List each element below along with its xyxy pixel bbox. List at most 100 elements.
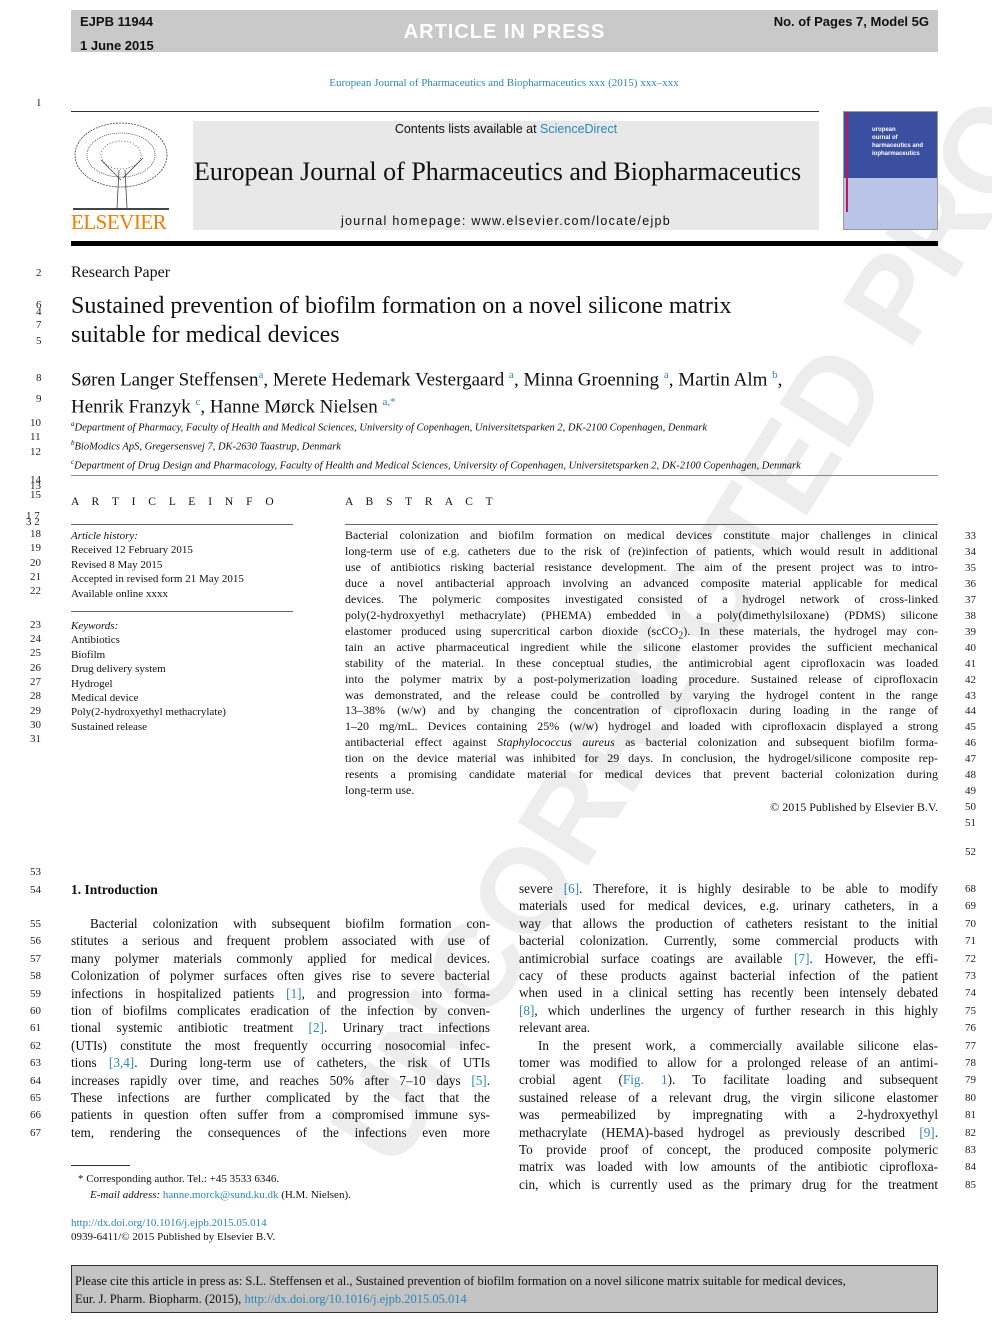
text-line: antimicrobial surface coatings are avail… (519, 951, 938, 967)
text-run: patients in question often suffer from a… (71, 1107, 490, 1123)
line-number: 55 (30, 918, 41, 930)
keyword: Poly(2-hydroxyethyl methacrylate) (71, 706, 226, 719)
text-run: crobial agent ( (519, 1072, 623, 1088)
text-run: way that allows the production of cathet… (519, 915, 938, 931)
line-number: 59 (30, 987, 41, 1000)
text-line: [8], which underlines the urgency of fur… (519, 1003, 938, 1019)
line-number: 81 (965, 1109, 976, 1122)
article-header-bar: EJPB 11944 1 June 2015 ARTICLE IN PRESS … (71, 10, 938, 53)
text-line: patients in question often suffer from a… (71, 1107, 490, 1123)
citation-link[interactable]: [8] (519, 1003, 534, 1018)
journal-homepage[interactable]: journal homepage: www.elsevier.com/locat… (193, 214, 819, 228)
line-number: 49 (965, 785, 976, 798)
citation-link[interactable]: [7] (794, 951, 809, 966)
text-line: elastomer produced using supercritical c… (345, 624, 938, 641)
text-line: Colonization of polymer surfaces often g… (71, 968, 490, 984)
line-number: 44 (965, 705, 976, 718)
text-line: 13–38% (w/w) and by changing the concent… (345, 703, 938, 718)
doi-link[interactable]: http://dx.doi.org/10.1016/j.ejpb.2015.05… (71, 1217, 267, 1229)
history-item: Received 12 February 2015 (71, 544, 193, 557)
affiliation-marker[interactable]: a,* (382, 396, 395, 408)
paper-page: UNCORRECTED PROOF EJPB 11944 1 June 2015… (0, 0, 992, 1323)
sciencedirect-link[interactable]: ScienceDirect (540, 122, 617, 136)
line-number: 20 (30, 557, 41, 569)
line-number: 40 (965, 641, 976, 654)
text-line: (UTIs) constitute the most frequently oc… (71, 1038, 490, 1054)
text-line: increases rapidly over time, and reaches… (71, 1073, 490, 1089)
citation-link[interactable]: [1] (286, 986, 301, 1001)
section-heading-introduction: 1. Introduction (71, 882, 158, 897)
text-run: tem, rendering the consequences of the i… (71, 1124, 490, 1140)
text-run: devices. The polymeric composites invest… (345, 591, 938, 606)
text-line: stability of the material. In these conc… (345, 656, 938, 671)
line-number: 19 (30, 542, 41, 554)
citation-link[interactable]: [6] (564, 881, 579, 896)
line-number: 76 (965, 1022, 976, 1035)
keyword: Hydrogel (71, 677, 113, 690)
history-item: Revised 8 May 2015 (71, 558, 163, 571)
citation-link[interactable]: Fig. 1 (623, 1072, 668, 1087)
text-run: Bacterial colonization with subsequent b… (90, 916, 490, 931)
text-run: sustained release of a relevant drug, th… (519, 1089, 938, 1105)
text-run: resents a promising candidate material f… (345, 767, 938, 782)
line-number: 73 (965, 970, 976, 982)
italic-text: Staphylococcus aureus (497, 735, 615, 750)
author-name: Søren Langer Steffensen (71, 369, 259, 391)
journal-reference-link[interactable]: European Journal of Pharmaceutics and Bi… (0, 77, 992, 89)
author-name: , Martin Alm (668, 369, 773, 391)
citation-link[interactable]: [3,4] (109, 1055, 134, 1070)
text-line: sustained release of a relevant drug, th… (519, 1090, 938, 1106)
text-run: poly(2-hydroxyethyl methacrylate) (PHEMA… (345, 607, 938, 622)
line-number: 43 (965, 689, 976, 702)
text-run: antibacterial effect against (345, 735, 498, 750)
text-run: methacrylate (HEMA)-based hydrogel as pr… (519, 1124, 920, 1140)
text-run: cacy of these products against bacterial… (519, 968, 938, 983)
line-number: 41 (965, 657, 976, 670)
email-link[interactable]: hanne.morck@sund.ku.dk (163, 1189, 279, 1201)
line-number: 21 (30, 571, 41, 583)
text-run: relevant area. (519, 1020, 591, 1036)
line-number: 84 (965, 1161, 976, 1174)
text-line: use of antibiotics risking bacterial res… (345, 560, 938, 575)
citation-link[interactable]: [2] (309, 1020, 324, 1035)
text-line: was permeabilized by impregnating with a… (519, 1107, 938, 1123)
elsevier-tree-icon (73, 122, 169, 210)
text-line: devices. The polymeric composites invest… (345, 592, 938, 607)
text-line: cin, which is currently used as the prim… (519, 1177, 938, 1193)
line-number: 78 (965, 1057, 976, 1069)
footnote: * Corresponding author. Tel.: +45 3533 6… (78, 1171, 351, 1203)
line-number: 77 (965, 1039, 976, 1052)
line-number: 12 (30, 446, 41, 458)
text-line: tion on the device material was inhibite… (345, 751, 938, 766)
text-line: bacterial colonization. Currently, some … (519, 933, 938, 949)
line-number: 5 (36, 335, 42, 347)
text-line: tain an active pharmaceutical ingredient… (345, 640, 938, 655)
article-history: Article history: Received 12 February 20… (71, 529, 244, 601)
cover-title-line: iopharmaceutics (872, 151, 920, 157)
affiliation: bBioModics ApS, Gregersensvej 7, DK-2630… (71, 436, 801, 455)
text-run: (UTIs) constitute the most frequently oc… (71, 1037, 490, 1053)
text-run: tion on the device material was inhibite… (345, 751, 938, 766)
citation-journal: Eur. J. Pharm. Biopharm. (2015), (75, 1292, 245, 1306)
page-count: No. of Pages 7, Model 5G (773, 14, 929, 29)
text-line: infections in hospitalized patients [1],… (71, 986, 490, 1002)
line-number: 80 (965, 1091, 976, 1104)
citation-link[interactable]: [9] (919, 1125, 934, 1140)
line-number: 62 (30, 1039, 41, 1052)
text-run: duce a novel antibacterial approach invo… (345, 575, 938, 590)
text-line: To provide proof of concept, the produce… (519, 1142, 938, 1158)
citation-link[interactable]: [5] (471, 1073, 486, 1088)
text-line: severe [6]. Therefore, it is highly desi… (519, 881, 938, 897)
line-number: 56 (30, 935, 41, 948)
text-run: as bacterial colonization and subsequent… (614, 735, 939, 750)
line-number: 30 (30, 719, 41, 731)
line-number: 33 (965, 530, 976, 542)
line-number: 64 (30, 1074, 41, 1087)
email-suffix: (H.M. Nielsen). (278, 1189, 351, 1201)
line-number: 79 (965, 1074, 976, 1087)
text-line: long-term use. (345, 783, 938, 798)
line-number: 22 (30, 585, 41, 597)
affiliation: cDepartment of Drug Design and Pharmacol… (71, 455, 801, 474)
text-line: materials used for medical devices, e.g.… (519, 898, 938, 914)
citation-doi-link[interactable]: http://dx.doi.org/10.1016/j.ejpb.2015.05… (244, 1292, 466, 1306)
